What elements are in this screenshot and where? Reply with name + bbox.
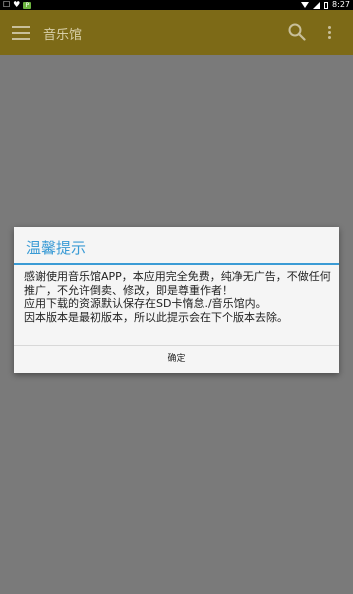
overflow-menu-icon[interactable] <box>325 24 335 42</box>
wifi-icon <box>301 2 310 8</box>
dialog-message-line: 应用下载的资源默认保存在SD卡惰怠./音乐馆内。 <box>24 297 267 310</box>
search-icon[interactable] <box>288 23 306 41</box>
status-time: 8:27 <box>332 0 350 9</box>
dialog-message-line: 因本版本是最初版本，所以此提示会在下个版本去除。 <box>24 310 288 324</box>
notification-icon: ☐ <box>3 0 11 9</box>
app-bar: 音乐馆 <box>0 10 353 55</box>
dialog-title: 温馨提示 <box>26 239 87 257</box>
app-notification-badge: P <box>23 1 32 9</box>
dialog-message: 感谢使用音乐馆APP，本应用完全免费，纯净无广告，不做任何推广，不允许倒卖、修改… <box>24 270 332 324</box>
dialog-title-divider <box>14 263 339 265</box>
notice-dialog: 温馨提示 感谢使用音乐馆APP，本应用完全免费，纯净无广告，不做任何推广，不允许… <box>14 227 339 373</box>
status-bar-left: ☐ ♥ P <box>3 0 32 10</box>
heart-icon: ♥ <box>13 0 21 9</box>
dialog-message-line: 感谢使用音乐馆APP，本应用完全免费，纯净无广告，不做任何推广，不允许倒卖、修改… <box>24 270 331 297</box>
status-bar-right: 8:27 <box>301 0 350 10</box>
confirm-button[interactable]: 确定 <box>14 346 339 373</box>
status-bar: ☐ ♥ P 8:27 <box>0 0 353 10</box>
battery-icon <box>324 1 329 9</box>
hamburger-menu-icon[interactable] <box>12 26 30 40</box>
app-title: 音乐馆 <box>43 28 83 43</box>
signal-icon <box>313 1 321 9</box>
